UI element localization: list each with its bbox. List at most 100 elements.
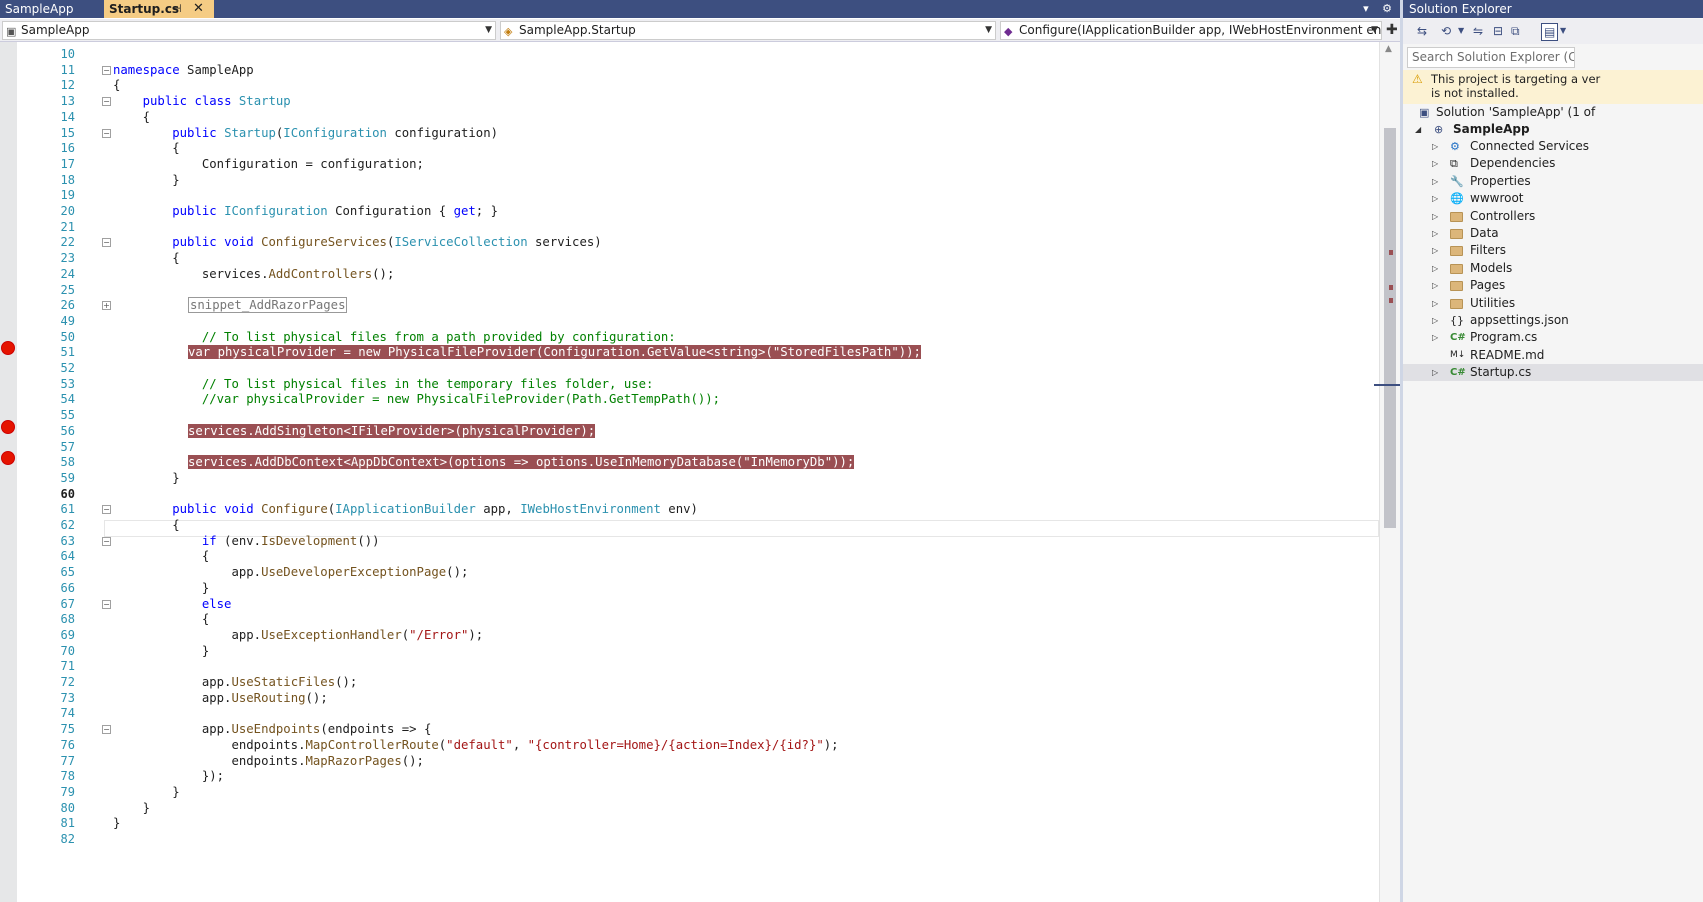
tree-item-models[interactable]: ▷ Models: [1403, 260, 1703, 277]
tree-solution-node[interactable]: ▣ Solution 'SampleApp' (1 of: [1403, 104, 1703, 121]
tree-item-connected-services[interactable]: ▷ ⚙ Connected Services: [1403, 138, 1703, 155]
code-line[interactable]: public void ConfigureServices(IServiceCo…: [113, 234, 601, 251]
properties-toggle-icon[interactable]: ▤: [1541, 23, 1559, 41]
split-window-icon[interactable]: ✚: [1386, 21, 1400, 40]
expand-arrow-icon[interactable]: ▷: [1432, 277, 1438, 294]
vertical-scrollbar[interactable]: ▲: [1374, 42, 1400, 902]
code-line[interactable]: public class Startup: [113, 93, 291, 110]
expand-arrow-icon[interactable]: ▷: [1432, 208, 1438, 225]
pin-tab-icon[interactable]: ⊣: [172, 0, 182, 18]
scroll-up-icon[interactable]: ▲: [1385, 44, 1392, 54]
breakpoint-code-line[interactable]: services.AddSingleton<IFileProvider>(phy…: [188, 423, 596, 440]
close-tab-icon[interactable]: ✕: [193, 0, 204, 18]
code-text-area[interactable]: namespace SampleApp{ public class Startu…: [113, 42, 1400, 902]
expand-arrow-icon[interactable]: ▷: [1432, 295, 1438, 312]
breakpoint-code-line[interactable]: var physicalProvider = new PhysicalFileP…: [188, 344, 921, 361]
code-line[interactable]: public void Configure(IApplicationBuilde…: [113, 501, 698, 518]
member-dropdown[interactable]: ◆ Configure(IApplicationBuilder app, IWe…: [1000, 21, 1382, 40]
collapse-region-icon[interactable]: −: [102, 599, 111, 609]
code-line[interactable]: if (env.IsDevelopment()): [113, 533, 380, 550]
code-line[interactable]: public IConfiguration Configuration { ge…: [113, 203, 498, 220]
collapse-region-icon[interactable]: −: [102, 128, 111, 138]
code-line[interactable]: }: [113, 643, 209, 660]
tree-item-appsettings-json[interactable]: ▷ {} appsettings.json: [1403, 312, 1703, 329]
code-line[interactable]: //var physicalProvider = new PhysicalFil…: [113, 391, 720, 408]
chevron-down-icon[interactable]: ▼: [1458, 23, 1464, 39]
code-line[interactable]: app.UseStaticFiles();: [113, 674, 358, 691]
tree-project-node[interactable]: ◢ ⊕ SampleApp: [1403, 121, 1703, 138]
tree-item-dependencies[interactable]: ▷ ⧉ Dependencies: [1403, 155, 1703, 172]
expand-arrow-icon[interactable]: ▷: [1432, 155, 1438, 172]
code-line[interactable]: snippet_AddRazorPages: [188, 297, 348, 314]
code-line[interactable]: app.UseRouting();: [113, 690, 328, 707]
expand-region-icon[interactable]: +: [102, 301, 111, 311]
code-line[interactable]: app.UseDeveloperExceptionPage();: [113, 564, 468, 581]
code-line[interactable]: endpoints.MapControllerRoute("default", …: [113, 737, 838, 754]
code-line[interactable]: }: [113, 815, 120, 832]
scrollbar-thumb[interactable]: [1384, 128, 1396, 528]
expand-arrow-icon[interactable]: ▷: [1432, 329, 1438, 346]
history-icon[interactable]: ⟲: [1441, 23, 1451, 39]
expand-arrow-icon[interactable]: ▷: [1432, 260, 1438, 277]
type-dropdown[interactable]: ◈ SampleApp.Startup ▼: [500, 21, 996, 40]
code-line[interactable]: {: [113, 250, 179, 267]
code-line[interactable]: }: [113, 580, 209, 597]
code-line[interactable]: }: [113, 800, 150, 817]
collapse-region-icon[interactable]: −: [102, 238, 111, 248]
tree-item-filters[interactable]: ▷ Filters: [1403, 242, 1703, 259]
tab-startup-cs[interactable]: Startup.cs ⊣ ✕: [104, 0, 214, 18]
code-line[interactable]: public Startup(IConfiguration configurat…: [113, 125, 498, 142]
code-line[interactable]: Configuration = configuration;: [113, 156, 424, 173]
code-line[interactable]: {: [113, 548, 209, 565]
tree-item-wwwroot[interactable]: ▷ 🌐 wwwroot: [1403, 190, 1703, 207]
switch-views-icon[interactable]: ⇆: [1417, 23, 1427, 39]
code-line[interactable]: // To list physical files in the tempora…: [113, 376, 654, 393]
code-line[interactable]: // To list physical files from a path pr…: [113, 329, 676, 346]
chevron-down-icon[interactable]: ▼: [1560, 23, 1566, 39]
code-line[interactable]: services.AddControllers();: [113, 266, 395, 283]
code-line[interactable]: namespace SampleApp: [113, 62, 254, 79]
breakpoint-icon[interactable]: [1, 341, 15, 356]
collapse-region-icon[interactable]: −: [102, 505, 111, 515]
tree-item-utilities[interactable]: ▷ Utilities: [1403, 295, 1703, 312]
code-line[interactable]: app.UseExceptionHandler("/Error");: [113, 627, 483, 644]
tree-item-startup-cs[interactable]: ▷ C# Startup.cs: [1403, 364, 1703, 382]
code-line[interactable]: }: [113, 470, 179, 487]
tree-item-readme-md[interactable]: M↓ README.md: [1403, 347, 1703, 364]
tree-item-controllers[interactable]: ▷ Controllers: [1403, 208, 1703, 225]
sync-icon[interactable]: ⇋: [1473, 23, 1483, 39]
expand-arrow-icon[interactable]: ▷: [1432, 312, 1438, 329]
expand-arrow-icon[interactable]: ▷: [1432, 173, 1438, 190]
solution-explorer-search-input[interactable]: Search Solution Explorer (Ctrl+;): [1407, 47, 1575, 68]
code-line[interactable]: }: [113, 172, 179, 189]
code-line[interactable]: {: [113, 611, 209, 628]
code-line[interactable]: {: [113, 140, 179, 157]
collapse-region-icon[interactable]: −: [102, 536, 111, 546]
collapse-region-icon[interactable]: −: [102, 725, 111, 735]
breakpoint-code-line[interactable]: services.AddDbContext<AppDbContext>(opti…: [188, 454, 855, 471]
tab-overflow-dropdown-icon[interactable]: ▾: [1363, 2, 1369, 15]
expand-arrow-icon[interactable]: ▷: [1432, 138, 1438, 155]
tree-item-pages[interactable]: ▷ Pages: [1403, 277, 1703, 294]
breakpoint-icon[interactable]: [1, 419, 15, 434]
tab-sampleapp[interactable]: SampleApp: [0, 0, 104, 18]
code-line[interactable]: else: [113, 596, 232, 613]
code-line[interactable]: {: [113, 109, 150, 126]
project-dropdown[interactable]: ▣ SampleApp ▼: [2, 21, 496, 40]
code-line[interactable]: {: [113, 77, 120, 94]
expand-arrow-icon[interactable]: ▷: [1432, 242, 1438, 259]
tree-item-properties[interactable]: ▷ 🔧 Properties: [1403, 173, 1703, 190]
expand-arrow-icon[interactable]: ▷: [1432, 190, 1438, 207]
expand-arrow-icon[interactable]: ▷: [1432, 364, 1438, 381]
code-line[interactable]: });: [113, 768, 224, 785]
tree-item-data[interactable]: ▷ Data: [1403, 225, 1703, 242]
tree-item-program-cs[interactable]: ▷ C# Program.cs: [1403, 329, 1703, 346]
collapse-region-icon[interactable]: −: [102, 97, 111, 107]
collapsed-region-snippet[interactable]: snippet_AddRazorPages: [188, 297, 348, 314]
breakpoint-icon[interactable]: [1, 451, 15, 466]
collapse-region-icon[interactable]: −: [102, 65, 111, 75]
code-line[interactable]: endpoints.MapRazorPages();: [113, 753, 424, 770]
code-line[interactable]: app.UseEndpoints(endpoints => {: [113, 721, 432, 738]
code-line[interactable]: }: [113, 784, 179, 801]
collapse-arrow-icon[interactable]: ◢: [1415, 121, 1421, 138]
